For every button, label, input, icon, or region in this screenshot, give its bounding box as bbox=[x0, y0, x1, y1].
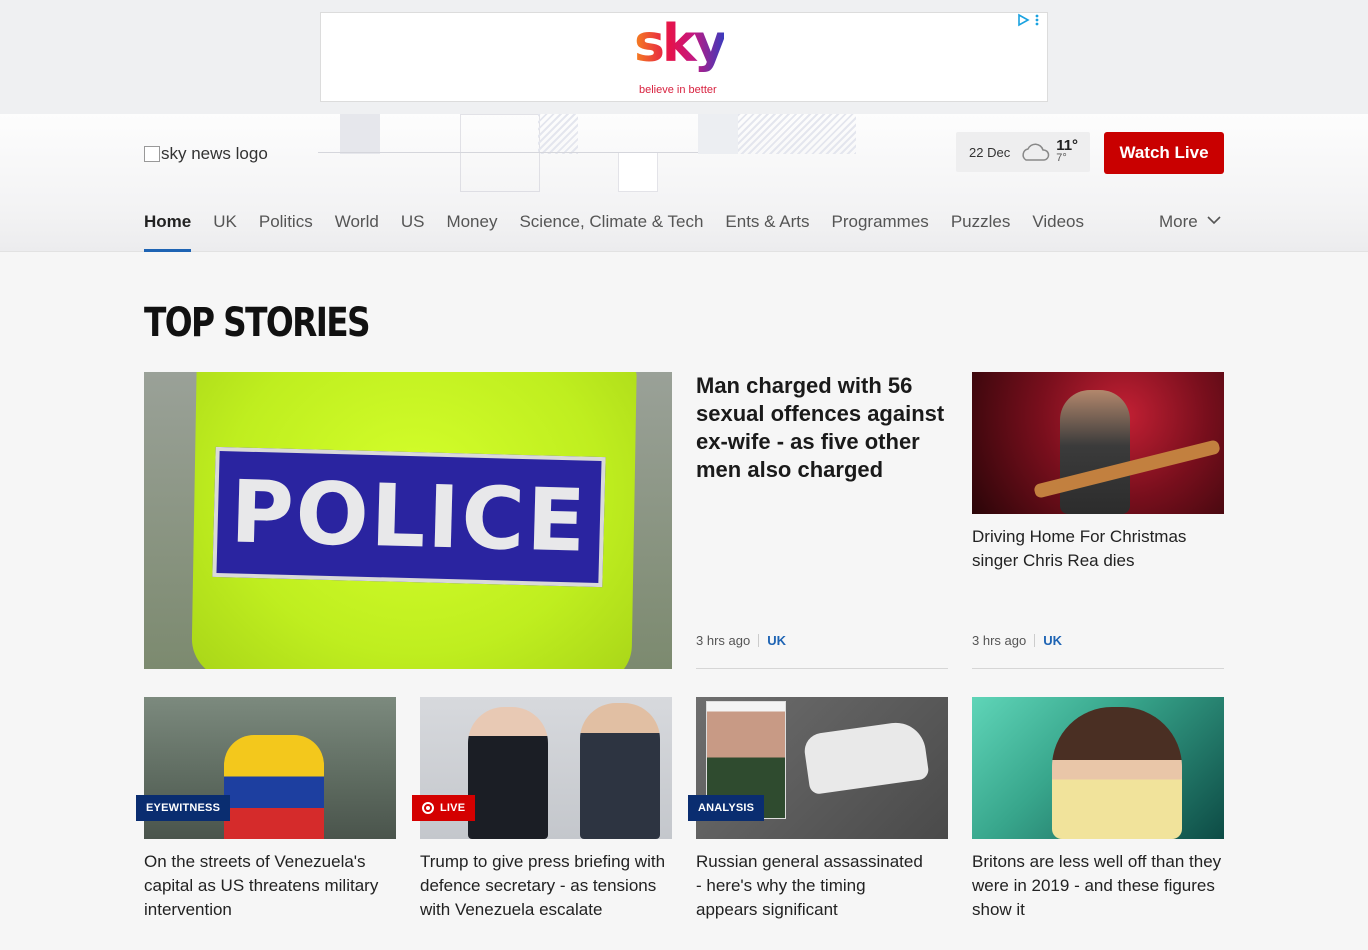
site-logo[interactable]: sky news logo bbox=[144, 144, 268, 164]
woman-with-card bbox=[1052, 707, 1182, 839]
cloud-icon bbox=[1022, 143, 1050, 161]
nav-more-label: More bbox=[1159, 212, 1198, 231]
side-story-image[interactable] bbox=[972, 372, 1224, 514]
nav-item-science-climate-tech[interactable]: Science, Climate & Tech bbox=[519, 208, 703, 252]
header-decoration bbox=[698, 114, 738, 154]
story-time: 3 hrs ago bbox=[696, 633, 751, 648]
header-decoration bbox=[618, 152, 658, 192]
ad-controls bbox=[1016, 13, 1041, 30]
nav-item-programmes[interactable]: Programmes bbox=[832, 208, 929, 252]
nav-item-world[interactable]: World bbox=[335, 208, 379, 252]
watch-live-button[interactable]: Watch Live bbox=[1104, 132, 1224, 174]
chevron-down-icon bbox=[1207, 216, 1221, 225]
eyewitness-badge: EYEWITNESS bbox=[136, 795, 231, 821]
story-time: 3 hrs ago bbox=[972, 633, 1027, 648]
live-badge-label: LIVE bbox=[440, 802, 466, 814]
analysis-badge: ANALYSIS bbox=[688, 795, 765, 821]
ad-brand-logo[interactable]: sky bbox=[634, 14, 727, 74]
police-patch-text: POLICE bbox=[229, 462, 589, 572]
weather-temps: 11° 7° bbox=[1056, 137, 1079, 164]
ad-strip: sky believe in better bbox=[0, 0, 1368, 114]
lead-story-meta: 3 hrs ago UK bbox=[696, 633, 786, 648]
ad-tagline: believe in better bbox=[639, 84, 717, 96]
story-divider bbox=[696, 668, 948, 669]
lead-story-headline[interactable]: Man charged with 56 sexual offences agai… bbox=[696, 372, 946, 484]
wrecked-car bbox=[802, 718, 930, 796]
card-headline[interactable]: Britons are less well off than they were… bbox=[972, 850, 1224, 922]
temp-high: 11° bbox=[1056, 137, 1079, 154]
live-badge: LIVE bbox=[412, 795, 476, 821]
header-decoration bbox=[538, 114, 578, 154]
card-image-finances[interactable] bbox=[972, 697, 1224, 839]
header-decoration bbox=[318, 152, 698, 153]
story-tag[interactable]: UK bbox=[1043, 633, 1062, 648]
saluting-figure bbox=[468, 707, 548, 839]
nav-item-home[interactable]: Home bbox=[144, 208, 192, 252]
side-story-headline[interactable]: Driving Home For Christmas singer Chris … bbox=[972, 525, 1212, 573]
nav-item-us[interactable]: US bbox=[401, 208, 425, 252]
live-dot-icon bbox=[422, 802, 434, 814]
header-decoration bbox=[340, 114, 380, 154]
broken-image-icon bbox=[144, 146, 160, 162]
section-title: TOP STORIES bbox=[144, 300, 371, 346]
side-story-meta: 3 hrs ago UK bbox=[972, 633, 1062, 648]
logo-alt-text: sky news logo bbox=[161, 144, 268, 163]
nav-item-politics[interactable]: Politics bbox=[259, 208, 313, 252]
story-tag[interactable]: UK bbox=[767, 633, 786, 648]
nav-item-videos[interactable]: Videos bbox=[1032, 208, 1084, 252]
weather-widget[interactable]: 22 Dec 11° 7° bbox=[956, 132, 1090, 172]
main-nav: Home UK Politics World US Money Science, Clima… bbox=[144, 208, 1106, 252]
site-header: sky news logo 22 Dec 11° 7° Watch Live H… bbox=[0, 114, 1368, 252]
story-divider bbox=[972, 668, 1224, 669]
ad-choices-icon[interactable] bbox=[1016, 13, 1030, 27]
weather-date: 22 Dec bbox=[969, 144, 1011, 160]
venezuela-flag bbox=[224, 735, 324, 839]
meta-divider bbox=[1034, 634, 1036, 647]
vertical-dots-icon[interactable] bbox=[1033, 13, 1041, 27]
card-headline[interactable]: Trump to give press briefing with defenc… bbox=[420, 850, 672, 922]
meta-divider bbox=[758, 634, 760, 647]
nav-item-money[interactable]: Money bbox=[446, 208, 497, 252]
card-headline[interactable]: On the streets of Venezuela's capital as… bbox=[144, 850, 396, 922]
header-decoration bbox=[460, 114, 540, 192]
nav-more-button[interactable]: More bbox=[1159, 208, 1221, 236]
nav-item-ents-arts[interactable]: Ents & Arts bbox=[725, 208, 809, 252]
singer-figure bbox=[1060, 390, 1130, 514]
card-headline[interactable]: Russian general assassinated - here's wh… bbox=[696, 850, 931, 922]
lead-story-image[interactable]: POLICE bbox=[144, 372, 672, 669]
nav-item-puzzles[interactable]: Puzzles bbox=[951, 208, 1011, 252]
nav-item-uk[interactable]: UK bbox=[213, 208, 237, 252]
header-decoration bbox=[738, 114, 856, 154]
saluting-figure bbox=[580, 703, 660, 839]
police-patch: POLICE bbox=[212, 446, 606, 588]
